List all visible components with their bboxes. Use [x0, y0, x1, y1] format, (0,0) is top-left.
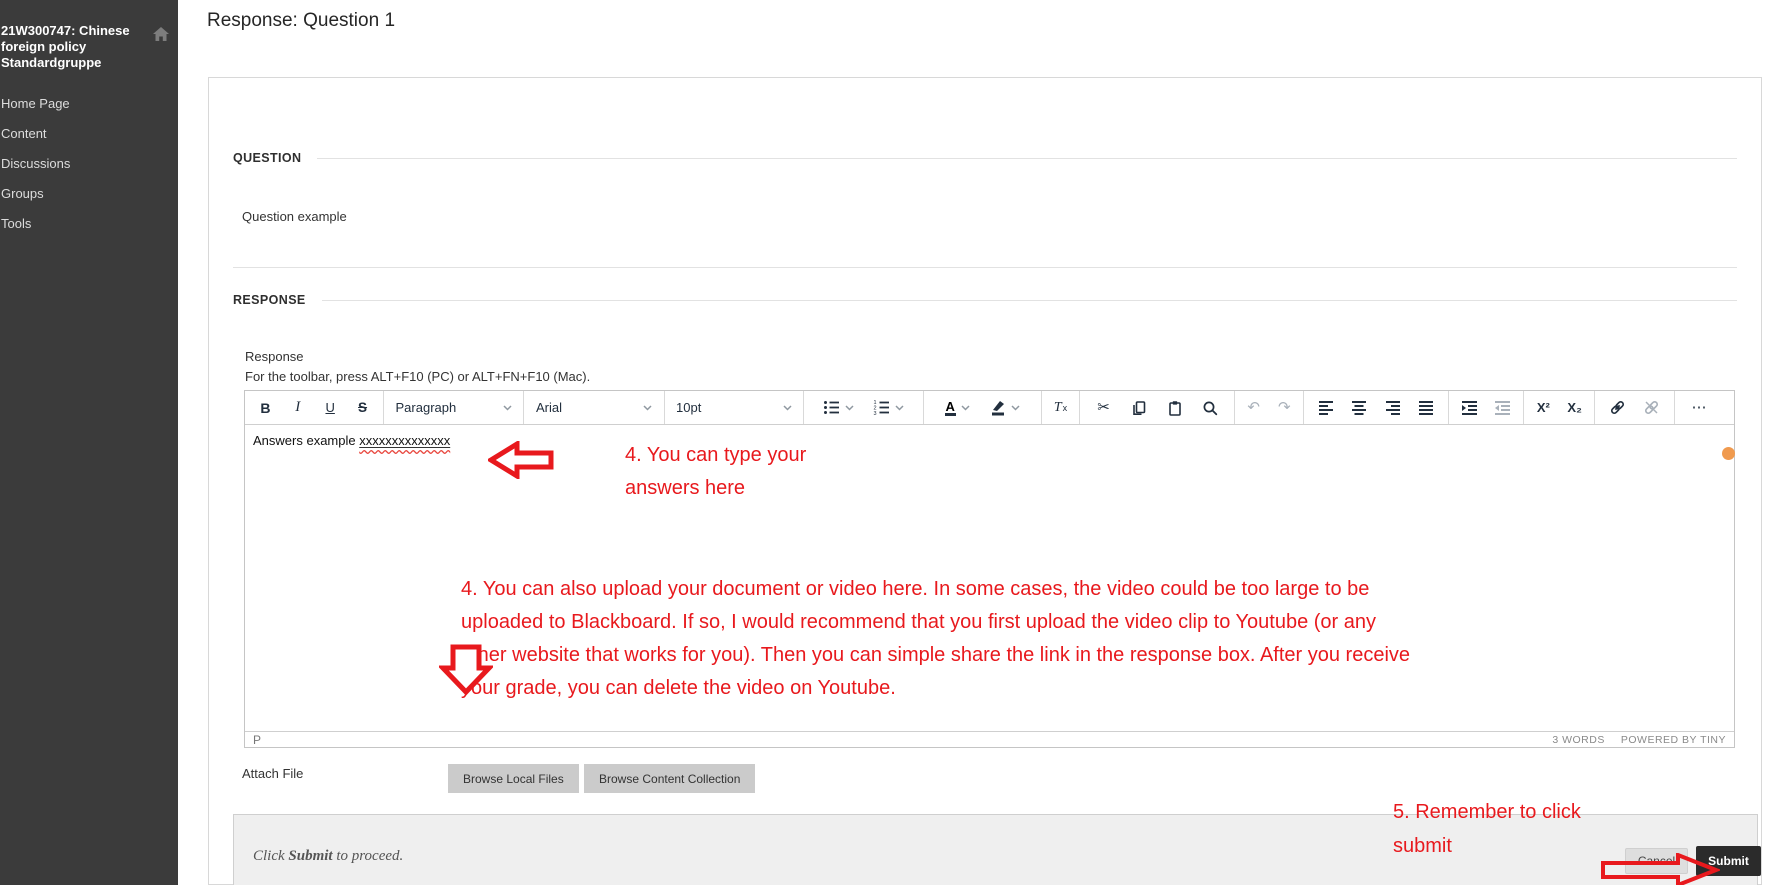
toolbar-group-script: X² X₂	[1524, 391, 1595, 424]
strikethrough-button[interactable]: S	[351, 395, 375, 421]
toolbar-group-link	[1595, 391, 1675, 424]
svg-text:3: 3	[874, 411, 877, 416]
powered-by-tiny: POWERED BY TINY	[1621, 734, 1726, 746]
toolbar-group-align	[1304, 391, 1449, 424]
annotation-upload-note: 4. You can also upload your document or …	[461, 573, 1410, 705]
content-panel: QUESTION Question example RESPONSE Respo…	[208, 77, 1762, 885]
clear-formatting-button[interactable]: Tx	[1049, 395, 1073, 421]
word-count: 3 WORDS	[1552, 734, 1605, 746]
unlink-icon[interactable]	[1640, 395, 1664, 421]
toolbar-group-font: Arial	[524, 391, 665, 424]
response-section-header: RESPONSE	[233, 293, 1737, 307]
annotation-arrow-down	[439, 644, 493, 701]
question-section-header: QUESTION	[233, 151, 1737, 165]
italic-button[interactable]: I	[286, 395, 310, 421]
toolbar-group-lists: 123	[804, 391, 924, 424]
highlight-pen-icon	[990, 399, 1006, 416]
link-icon[interactable]	[1605, 395, 1629, 421]
browse-content-collection-button[interactable]: Browse Content Collection	[584, 764, 755, 793]
section-rule	[322, 300, 1737, 301]
sidebar-item-tools[interactable]: Tools	[0, 210, 178, 240]
chevron-down-icon	[503, 405, 512, 411]
proceed-hint: Click Submit to proceed.	[253, 848, 403, 865]
indent-icon[interactable]	[1458, 395, 1482, 421]
chevron-down-icon	[961, 405, 970, 411]
outdent-icon[interactable]	[1490, 395, 1514, 421]
question-text: Question example	[242, 209, 347, 224]
superscript-button[interactable]: X²	[1531, 395, 1555, 421]
course-title: 21W300747: Chinese foreign policy Standa…	[0, 23, 144, 71]
annotation-type-answers: 4. You can type your answers here	[625, 439, 806, 505]
annotation-remember-submit: 5. Remember to click submit	[1393, 795, 1628, 863]
browse-local-files-button[interactable]: Browse Local Files	[448, 764, 579, 793]
section-divider	[233, 267, 1737, 268]
text-color-icon: A	[945, 400, 956, 416]
toolbar-group-clipboard: ✂	[1080, 391, 1235, 424]
toolbar-group-format: B I U S	[245, 391, 384, 424]
undo-icon[interactable]: ↶	[1242, 395, 1266, 421]
response-field-label: Response	[245, 349, 304, 364]
misspelled-text: xxxxxxxxxxxxxx	[359, 433, 450, 448]
redo-icon[interactable]: ↷	[1272, 395, 1296, 421]
text-color-button[interactable]: A	[945, 400, 970, 416]
chevron-down-icon	[643, 405, 652, 411]
home-icon[interactable]	[152, 26, 170, 42]
chevron-down-icon	[1011, 405, 1020, 411]
bullet-list-icon	[823, 399, 840, 416]
toolbar-group-more: ⋯	[1675, 391, 1734, 424]
element-path-label[interactable]: P	[253, 733, 261, 747]
sidebar-item-groups[interactable]: Groups	[0, 180, 178, 210]
toolbar-group-history: ↶ ↷	[1235, 391, 1304, 424]
editor-content-line: Answers example xxxxxxxxxxxxxx	[253, 433, 450, 448]
toolbar-group-clear: Tx	[1042, 391, 1080, 424]
question-heading: QUESTION	[233, 151, 301, 165]
align-right-icon[interactable]	[1381, 395, 1405, 421]
underline-button[interactable]: U	[318, 395, 342, 421]
toolbar-group-indent	[1449, 391, 1524, 424]
attach-file-label: Attach File	[242, 766, 303, 781]
toolbar-shortcut-hint: For the toolbar, press ALT+F10 (PC) or A…	[245, 369, 590, 384]
paste-icon[interactable]	[1163, 395, 1187, 421]
align-justify-icon[interactable]	[1414, 395, 1438, 421]
response-heading: RESPONSE	[233, 293, 306, 307]
toolbar-group-size: 10pt	[665, 391, 804, 424]
annotation-arrow-right	[1600, 853, 1720, 885]
font-family-select[interactable]: Arial	[532, 400, 656, 415]
sidebar-item-content[interactable]: Content	[0, 120, 178, 150]
section-rule	[317, 158, 1737, 159]
sidebar-item-discussions[interactable]: Discussions	[0, 150, 178, 180]
chevron-down-icon	[783, 405, 792, 411]
recording-dot	[1722, 447, 1735, 460]
bullet-list-button[interactable]	[823, 399, 854, 416]
copy-icon[interactable]	[1127, 395, 1151, 421]
chevron-down-icon	[895, 405, 904, 411]
annotation-arrow-left	[488, 441, 554, 482]
sidebar-item-home-page[interactable]: Home Page	[0, 90, 178, 120]
align-center-icon[interactable]	[1347, 395, 1371, 421]
course-menu-sidebar: 21W300747: Chinese foreign policy Standa…	[0, 0, 178, 885]
subscript-button[interactable]: X₂	[1563, 395, 1587, 421]
toolbar-group-block: Paragraph	[384, 391, 524, 424]
font-size-select[interactable]: 10pt	[672, 400, 796, 415]
editor-status-bar: P 3 WORDS POWERED BY TINY	[245, 731, 1734, 748]
editor-toolbar: B I U S Paragraph Arial	[245, 391, 1734, 425]
numbered-list-icon: 123	[873, 399, 890, 416]
search-icon[interactable]	[1198, 395, 1222, 421]
bold-button[interactable]: B	[253, 395, 277, 421]
numbered-list-button[interactable]: 123	[873, 399, 904, 416]
page-title: Response: Question 1	[207, 10, 395, 32]
course-menu: Home Page Content Discussions Groups Too…	[0, 90, 178, 240]
cut-icon[interactable]: ✂	[1092, 395, 1116, 421]
paragraph-format-select[interactable]: Paragraph	[392, 400, 516, 415]
highlight-color-button[interactable]	[990, 399, 1020, 416]
toolbar-group-color: A	[924, 391, 1042, 424]
chevron-down-icon	[845, 405, 854, 411]
align-left-icon[interactable]	[1314, 395, 1338, 421]
page: 21W300747: Chinese foreign policy Standa…	[0, 0, 1771, 885]
more-options-icon[interactable]: ⋯	[1687, 395, 1711, 421]
